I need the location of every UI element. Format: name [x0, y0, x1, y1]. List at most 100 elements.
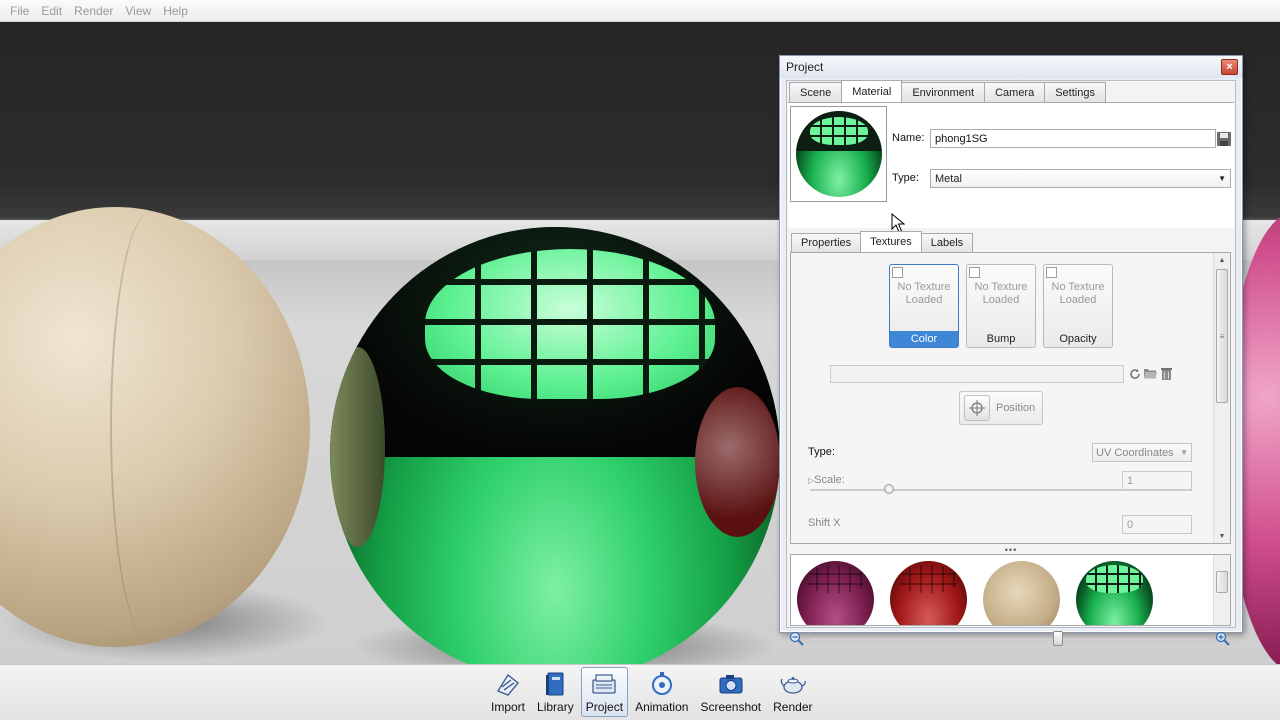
material-pane: Name: Type: Metal ▼	[788, 102, 1234, 228]
slot-empty-text: No Texture Loaded	[897, 281, 951, 306]
texture-slot-color[interactable]: No Texture Loaded Color	[889, 264, 959, 348]
slot-label: Bump	[986, 333, 1016, 345]
material-library-strip	[790, 554, 1231, 626]
chevron-down-icon: ▼	[1218, 174, 1226, 183]
type-label: Type:	[892, 172, 919, 184]
reload-icon[interactable]	[1127, 366, 1142, 381]
menu-view[interactable]: View	[119, 4, 157, 18]
subtab-properties[interactable]: Properties	[791, 233, 862, 252]
material-preview-ball	[795, 111, 882, 197]
slot-checkbox[interactable]	[1046, 267, 1057, 278]
subtab-textures[interactable]: Textures	[860, 231, 922, 252]
material-type-value: Metal	[935, 172, 962, 185]
import-button[interactable]: Import	[486, 667, 530, 717]
tab-settings[interactable]: Settings	[1044, 82, 1106, 102]
zoom-in-icon[interactable]	[1215, 631, 1231, 647]
mapping-type-label: Type:	[808, 446, 835, 458]
material-thumb-purple[interactable]	[797, 561, 874, 625]
menu-render[interactable]: Render	[68, 4, 119, 18]
texture-actions	[1127, 366, 1174, 381]
material-type-select[interactable]: Metal ▼	[930, 169, 1231, 188]
toolbar-buttons: Import Library Project Animation Screens…	[486, 667, 818, 717]
pane-splitter[interactable]: •••	[787, 545, 1235, 555]
texture-slot-bump[interactable]: No Texture Loaded Bump	[966, 264, 1036, 348]
mapping-type-select[interactable]: UV Coordinates ▼	[1092, 443, 1192, 462]
folder-open-icon[interactable]	[1143, 366, 1158, 381]
scroll-thumb[interactable]: ≡	[1216, 269, 1228, 403]
project-window: Project × Scene Material Environment Cam…	[779, 55, 1243, 646]
menu-file[interactable]: File	[4, 4, 35, 18]
project-tabs: Scene Material Environment Camera Settin…	[789, 80, 1106, 102]
material-thumb-green[interactable]	[1076, 561, 1153, 625]
tab-environment[interactable]: Environment	[901, 82, 986, 102]
material-name-input[interactable]	[930, 129, 1216, 148]
position-button-label: Position	[996, 402, 1036, 414]
tab-scene[interactable]: Scene	[789, 82, 843, 102]
sphere-window-reflection	[425, 249, 715, 399]
texture-path-input[interactable]	[830, 365, 1124, 383]
scroll-down-icon[interactable]: ▼	[1214, 529, 1230, 543]
library-button[interactable]: Library	[532, 667, 579, 717]
slot-checkbox[interactable]	[892, 267, 903, 278]
main-toolbar: Import Library Project Animation Screens…	[0, 664, 1280, 720]
zoom-out-icon[interactable]	[789, 631, 805, 647]
render-teapot-icon	[779, 671, 807, 697]
chevron-down-icon: ▼	[1180, 448, 1188, 457]
scroll-up-icon[interactable]: ▲	[1214, 253, 1230, 267]
screenshot-button[interactable]: Screenshot	[695, 667, 766, 717]
mapping-type-value: UV Coordinates	[1096, 446, 1174, 459]
position-button[interactable]: Position	[959, 391, 1043, 425]
textures-pane: No Texture Loaded Color No Texture Loade…	[790, 252, 1231, 544]
project-icon	[590, 671, 618, 697]
tab-camera[interactable]: Camera	[984, 82, 1046, 102]
texture-slot-opacity[interactable]: No Texture Loaded Opacity	[1043, 264, 1113, 348]
import-icon	[494, 671, 522, 697]
project-title[interactable]: Project	[780, 56, 1242, 78]
material-preview[interactable]	[790, 106, 887, 202]
library-scrollbar[interactable]	[1213, 555, 1230, 625]
thumbnail-zoom	[787, 630, 1235, 650]
animation-button[interactable]: Animation	[630, 667, 693, 717]
textures-scrollbar[interactable]: ▲ ≡ ▼	[1213, 253, 1230, 543]
subtab-labels[interactable]: Labels	[920, 233, 974, 252]
crosshair-icon	[964, 395, 990, 421]
shift-x-input[interactable]	[1122, 515, 1192, 534]
slot-label: Opacity	[1059, 333, 1097, 345]
render-button[interactable]: Render	[768, 667, 817, 717]
animation-label: Animation	[635, 700, 689, 714]
material-subtabs: Properties Textures Labels	[791, 231, 974, 252]
menu-edit[interactable]: Edit	[35, 4, 68, 18]
mouse-pointer-icon	[891, 213, 905, 233]
screenshot-icon	[717, 671, 745, 697]
material-thumb-wood[interactable]	[983, 561, 1060, 625]
green-metal-sphere	[330, 227, 780, 664]
scale-input[interactable]	[1122, 471, 1192, 490]
trash-icon[interactable]	[1159, 366, 1174, 381]
library-icon	[541, 671, 569, 697]
project-button[interactable]: Project	[580, 667, 629, 717]
scale-slider-knob[interactable]	[884, 484, 894, 494]
slot-checkbox[interactable]	[969, 267, 980, 278]
library-scroll-thumb[interactable]	[1216, 571, 1228, 593]
zoom-slider-knob[interactable]	[1053, 631, 1063, 646]
zoom-slider-track[interactable]	[811, 638, 1209, 640]
close-button[interactable]: ×	[1221, 59, 1238, 75]
import-label: Import	[491, 700, 526, 714]
animation-icon	[648, 671, 676, 697]
sphere-red-reflection	[695, 387, 780, 537]
tab-material[interactable]: Material	[841, 80, 903, 102]
menu-help[interactable]: Help	[157, 4, 194, 18]
render-label: Render	[773, 700, 813, 714]
save-icon[interactable]	[1216, 131, 1232, 147]
slot-label: Color	[890, 331, 958, 347]
scale-label[interactable]: ▷Scale:	[808, 474, 845, 486]
slot-empty-text: No Texture Loaded	[1051, 281, 1105, 306]
sphere-side-reflection	[330, 347, 385, 547]
material-thumb-red[interactable]	[890, 561, 967, 625]
project-label: Project	[585, 700, 624, 714]
name-label: Name:	[892, 132, 925, 144]
scale-slider-track[interactable]	[810, 489, 1192, 491]
material-thumbnails	[797, 561, 1153, 625]
project-content: Scene Material Environment Camera Settin…	[786, 80, 1236, 646]
library-label: Library	[537, 700, 574, 714]
